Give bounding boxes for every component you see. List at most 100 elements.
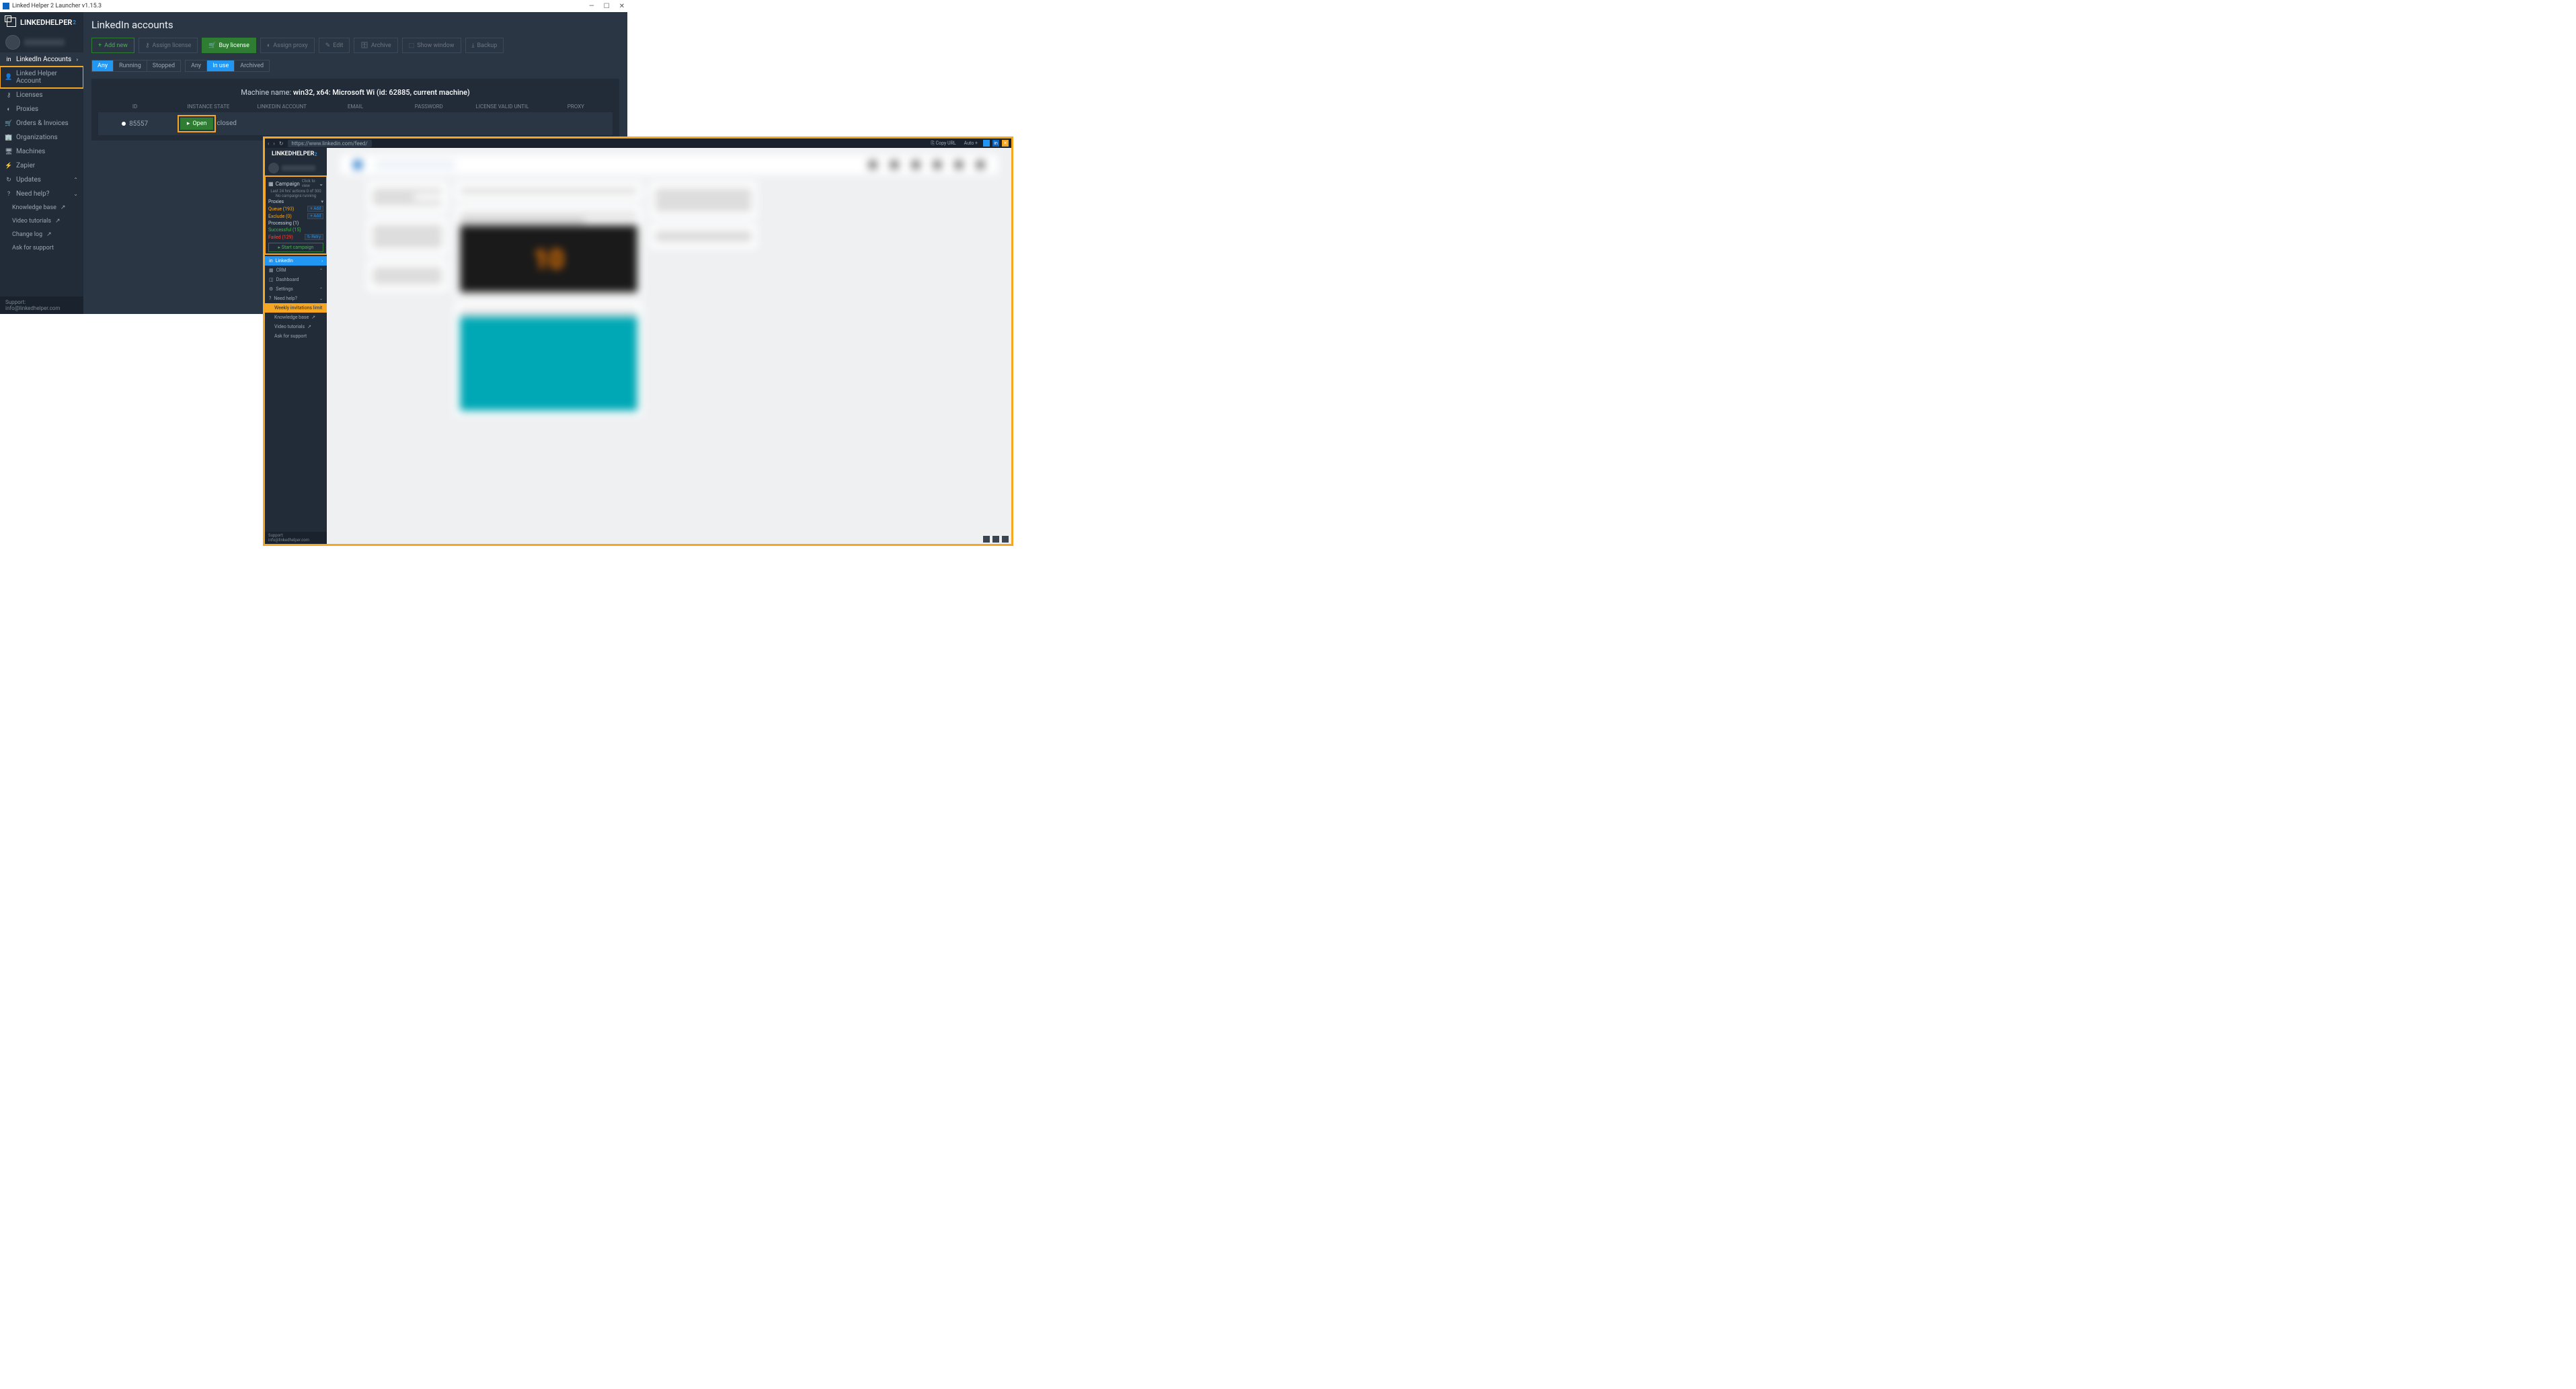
campaign-panel: ▦ Campaign Click to view⌄ Last 24 hrs' a…: [265, 176, 327, 254]
sidebar-item-licenses[interactable]: ⚷Licenses: [0, 88, 83, 102]
retry-button[interactable]: ↻ Retry: [305, 234, 323, 240]
linkedin-icon: in: [5, 56, 12, 63]
sidebar-item-zapier[interactable]: ⚡Zapier: [0, 159, 83, 173]
accounts-panel: Machine name: win32, x64: Microsoft Wi (…: [91, 79, 619, 141]
sidebar-item-changelog[interactable]: Change log ↗: [0, 228, 83, 241]
list-card: [367, 260, 448, 291]
search-input[interactable]: [375, 159, 456, 170]
queue-label: Queue (193): [268, 206, 294, 212]
nav2-need-help[interactable]: ?Need help?⌄: [265, 294, 327, 303]
avatar: [5, 35, 20, 50]
filter-any2[interactable]: Any: [186, 61, 207, 71]
me-icon[interactable]: [976, 161, 984, 169]
sidebar-item-need-help[interactable]: ?Need help?⌄: [0, 187, 83, 201]
monitor-icon: 🖥: [5, 149, 12, 155]
minimize-button[interactable]: —: [589, 3, 594, 10]
sidebar-item-kb[interactable]: Knowledge base ↗: [0, 201, 83, 214]
maximize-button[interactable]: ☐: [604, 3, 610, 10]
instance-window: ‹ › ↻ https://www.linkedin.com/feed/ ⎘ C…: [265, 138, 1011, 544]
video-thumbnail[interactable]: 10: [460, 225, 637, 292]
campaign-header[interactable]: ▦ Campaign Click to view⌄: [268, 178, 323, 189]
account-row[interactable]: [0, 32, 83, 52]
network-icon[interactable]: [890, 161, 898, 169]
campaign-stats: Last 24 hrs' actions 0 of 300: [268, 189, 323, 194]
sidebar-item-ask[interactable]: Ask for support: [0, 241, 83, 255]
titlebar: Linked Helper 2 Launcher v1.15.3 — ☐ ✕: [0, 0, 627, 12]
auto-toggle[interactable]: Auto +: [962, 140, 980, 147]
forward-icon[interactable]: ›: [273, 141, 274, 147]
buy-license-button[interactable]: 🛒 Buy license: [202, 38, 256, 53]
support-footer: Support: info@linkedhelper.com: [0, 296, 83, 314]
linkedin-logo-icon: [354, 161, 362, 169]
linkedin-icon[interactable]: in: [992, 140, 999, 147]
jobs-icon[interactable]: [912, 161, 920, 169]
filter-archived[interactable]: Archived: [235, 61, 269, 71]
nav2-crm[interactable]: ▦CRM⌃: [265, 266, 327, 275]
status-dot: [122, 122, 126, 126]
profile-row[interactable]: [265, 160, 327, 176]
status-icon[interactable]: [992, 536, 999, 543]
table-header: IDINSTANCE STATELINKEDIN ACCOUNTEMAILPAS…: [98, 101, 613, 112]
gear-icon: ⚙: [269, 286, 273, 292]
post-composer[interactable]: [455, 182, 643, 200]
logo: LINKEDHELPER2: [0, 12, 83, 32]
filter-stopped[interactable]: Stopped: [147, 61, 180, 71]
linkedin-icon: in: [269, 258, 273, 264]
close-button[interactable]: ✕: [619, 3, 625, 10]
open-button[interactable]: ▸ Open: [180, 118, 214, 130]
feed-post: 10: [455, 206, 643, 298]
filter-running[interactable]: Running: [114, 61, 147, 71]
backup-button: ⤓ Backup: [465, 38, 504, 53]
nav2-weekly[interactable]: Weekly invitations limit: [265, 303, 327, 313]
sidebar-item-proxies[interactable]: ◐Proxies: [0, 102, 83, 116]
window-controls: — ☐ ✕: [589, 3, 625, 10]
nav2-ask[interactable]: Ask for support: [265, 331, 327, 341]
logo: LINKEDHELPER2: [265, 148, 327, 160]
sidebar-item-orders[interactable]: 🛒Orders & Invoices: [0, 116, 83, 130]
sidebar: LINKEDHELPER2 inLinkedIn Accounts› 👤Link…: [0, 12, 83, 314]
toolbar: + Add new ⚷ Assign license 🛒 Buy license…: [91, 38, 619, 53]
browser-bar: ‹ › ↻ https://www.linkedin.com/feed/ ⎘ C…: [265, 138, 1011, 148]
status-icon[interactable]: [983, 536, 990, 543]
nav2-settings[interactable]: ⚙Settings⌃: [265, 284, 327, 294]
table-row[interactable]: 85557 ▸ Open closed: [98, 112, 613, 135]
nav2-kb[interactable]: Knowledge base ↗: [265, 313, 327, 322]
sidebar-item-orgs[interactable]: 🏢Organizations: [0, 130, 83, 145]
status-icon[interactable]: [1002, 536, 1009, 543]
assign-license-button: ⚷ Assign license: [139, 38, 198, 53]
notifications-icon[interactable]: [955, 161, 963, 169]
back-icon[interactable]: ‹: [268, 141, 269, 147]
add-exclude-button[interactable]: + Add: [307, 213, 323, 219]
url-field[interactable]: https://www.linkedin.com/feed/: [288, 140, 372, 147]
filter-bar: Any Running Stopped Any In use Archived: [91, 60, 619, 72]
cart-icon: 🛒: [5, 120, 12, 127]
account-name: [24, 39, 65, 46]
support-footer: Support: info@linkedhelper.com: [265, 532, 327, 544]
filter-inuse[interactable]: In use: [207, 61, 235, 71]
dashboard-icon: ◫: [269, 277, 274, 282]
flag-icon[interactable]: [983, 140, 990, 147]
sidebar-item-machines[interactable]: 🖥Machines: [0, 145, 83, 159]
sidebar-item-lh-account[interactable]: 👤Linked Helper Account: [0, 67, 83, 88]
add-new-button[interactable]: + Add new: [91, 38, 134, 53]
sidebar-item-videos[interactable]: Video tutorials ↗: [0, 214, 83, 228]
failed-label: Failed (129): [268, 235, 293, 240]
help-icon: ?: [269, 296, 271, 301]
reload-icon[interactable]: ↻: [279, 141, 284, 147]
nav2-videos[interactable]: Video tutorials ↗: [265, 322, 327, 331]
close-icon[interactable]: ✕: [1002, 140, 1009, 147]
image-thumbnail[interactable]: [460, 317, 637, 411]
sidebar-item-linkedin-accounts[interactable]: inLinkedIn Accounts›: [0, 52, 83, 67]
nav2-linkedin[interactable]: inLinkedIn›: [265, 256, 327, 266]
copy-url-button[interactable]: ⎘ Copy URL: [928, 140, 958, 147]
help-icon: ?: [5, 191, 12, 198]
start-campaign-button[interactable]: ▸ Start campaign: [268, 243, 323, 252]
filter-any[interactable]: Any: [92, 61, 114, 71]
sidebar-item-updates[interactable]: ↻Updates⌃: [0, 173, 83, 187]
proxies-row[interactable]: Proxies▾: [268, 198, 323, 205]
add-queue-button[interactable]: + Add: [307, 206, 323, 212]
messaging-icon[interactable]: [933, 161, 941, 169]
home-icon[interactable]: [869, 161, 877, 169]
window-title: Linked Helper 2 Launcher v1.15.3: [12, 3, 102, 9]
nav2-dashboard[interactable]: ◫Dashboard: [265, 275, 327, 284]
